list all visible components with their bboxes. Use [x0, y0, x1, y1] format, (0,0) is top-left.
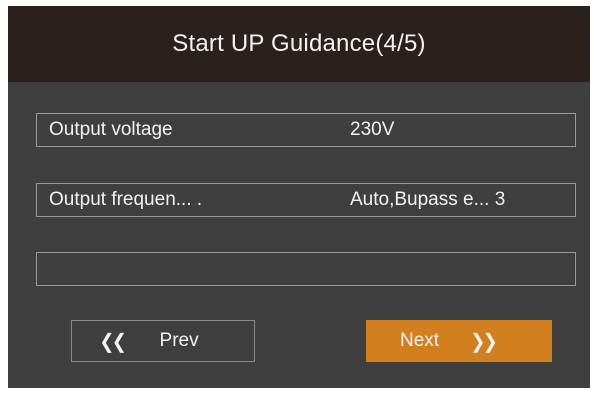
- double-chevron-right-icon: ❯❯: [470, 330, 497, 353]
- next-button[interactable]: Next ❯❯: [366, 320, 552, 362]
- page: Start UP Guidance(4/5) Output voltage 23…: [0, 0, 594, 396]
- output-frequency-label: Output frequen... .: [49, 189, 203, 210]
- output-voltage-field[interactable]: Output voltage 230V: [36, 113, 576, 147]
- next-button-label: Next: [400, 330, 440, 351]
- title-bar: Start UP Guidance(4/5): [8, 6, 590, 82]
- output-frequency-field[interactable]: Output frequen... . Auto,Bupass e... 3: [36, 183, 576, 217]
- startup-guidance-dialog: Start UP Guidance(4/5) Output voltage 23…: [8, 6, 590, 388]
- output-voltage-label: Output voltage: [49, 119, 173, 140]
- prev-button[interactable]: ❮❮ Prev: [71, 320, 255, 362]
- prev-button-label: Prev: [159, 330, 199, 351]
- output-voltage-value: 230V: [350, 119, 395, 140]
- dialog-title: Start UP Guidance(4/5): [172, 30, 426, 57]
- output-frequency-value: Auto,Bupass e... 3: [350, 189, 506, 210]
- empty-field[interactable]: [36, 252, 576, 286]
- double-chevron-left-icon: ❮❮: [99, 330, 126, 353]
